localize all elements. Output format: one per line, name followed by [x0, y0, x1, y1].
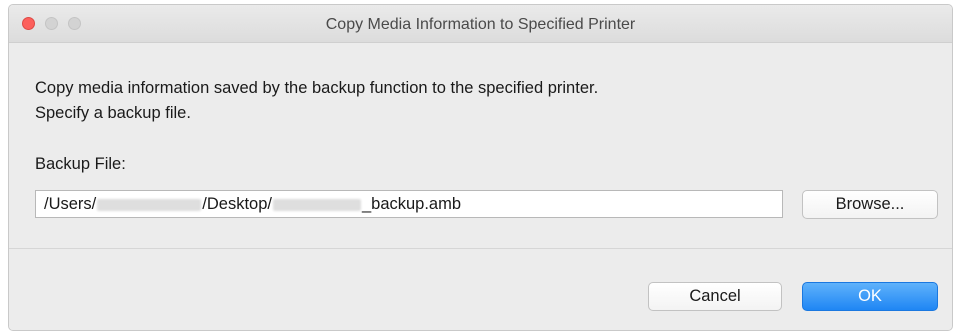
redacted-model-name — [272, 198, 361, 211]
description-line-1: Copy media information saved by the back… — [35, 79, 599, 97]
path-prefix: /Users/ — [44, 195, 97, 213]
backup-file-path-field[interactable]: /Users/ /Desktop/ _backup.amb — [35, 190, 783, 218]
description-line-2: Specify a backup file. — [35, 104, 191, 122]
dialog-content: Copy media information saved by the back… — [9, 43, 952, 253]
backup-file-label: Backup File: — [35, 155, 126, 173]
path-middle: /Desktop/ — [202, 195, 272, 213]
ok-button[interactable]: OK — [802, 282, 938, 311]
redacted-username — [97, 198, 202, 211]
dialog-footer: Cancel OK — [9, 249, 952, 330]
title-bar[interactable]: Copy Media Information to Specified Prin… — [9, 5, 952, 43]
window-title: Copy Media Information to Specified Prin… — [325, 16, 636, 33]
path-suffix: _backup.amb — [361, 195, 462, 213]
dialog-window: Copy Media Information to Specified Prin… — [8, 4, 953, 331]
cancel-button[interactable]: Cancel — [648, 282, 782, 311]
browse-button[interactable]: Browse... — [802, 190, 938, 219]
